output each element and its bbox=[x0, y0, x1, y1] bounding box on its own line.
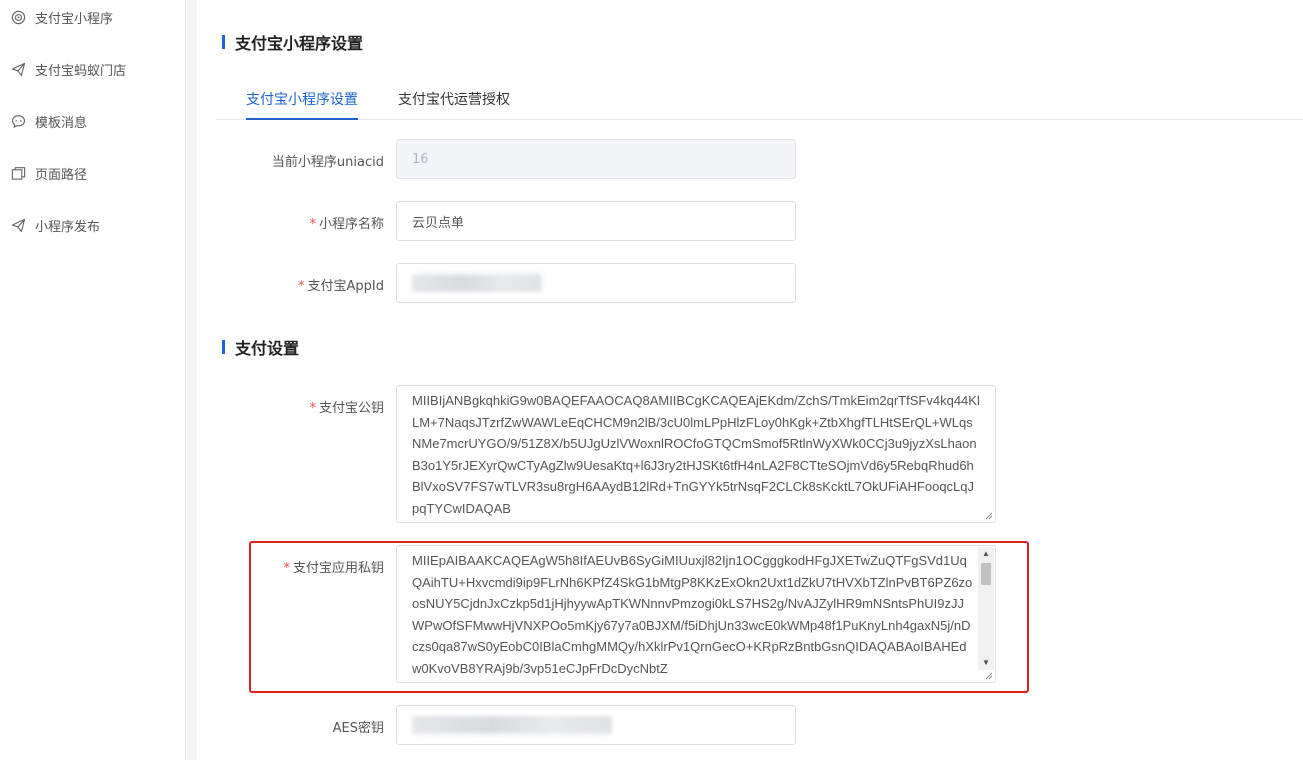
tab-bar: 支付宝小程序设置 支付宝代运营授权 bbox=[216, 80, 1303, 120]
alipay-miniapp-icon bbox=[10, 9, 26, 25]
field-label-text: 支付宝公钥 bbox=[318, 401, 384, 416]
form-row-aes-key: AES密钥 bbox=[197, 705, 1303, 745]
pages-icon bbox=[10, 165, 26, 181]
section-accent-bar bbox=[222, 340, 225, 354]
uniacid-value: 16 bbox=[412, 151, 429, 167]
sidebar-item-label: 页面路径 bbox=[35, 167, 88, 183]
layout-gutter bbox=[187, 0, 197, 760]
sidebar: 支付宝小程序 支付宝蚂蚁门店 模板消息 页面路径 小程序发布 bbox=[0, 0, 186, 760]
field-label-text: 当前小程序uniacid bbox=[271, 155, 384, 170]
field-label-miniapp-name: * 小程序名称 bbox=[204, 213, 384, 232]
field-label-private-key: * 支付宝应用私钥 bbox=[204, 557, 384, 576]
section-title-text: 支付宝小程序设置 bbox=[235, 34, 364, 53]
redacted-value bbox=[412, 716, 612, 734]
sidebar-item-label: 模板消息 bbox=[35, 115, 88, 131]
sidebar-item-label: 支付宝蚂蚁门店 bbox=[35, 63, 127, 79]
scroll-up-icon[interactable]: ▲ bbox=[978, 547, 994, 561]
sidebar-item-alipay-ant-store[interactable]: 支付宝蚂蚁门店 bbox=[10, 57, 126, 81]
required-mark: * bbox=[309, 401, 316, 416]
paper-plane-icon bbox=[10, 217, 26, 233]
miniapp-name-input[interactable]: 云贝点单 bbox=[396, 201, 796, 241]
required-mark: * bbox=[283, 561, 290, 576]
sidebar-item-alipay-miniapp[interactable]: 支付宝小程序 bbox=[10, 5, 113, 29]
sidebar-item-page-path[interactable]: 页面路径 bbox=[10, 161, 87, 185]
miniapp-name-value: 云贝点单 bbox=[412, 215, 465, 231]
section-title-payment-settings: 支付设置 bbox=[222, 335, 299, 359]
section-accent-bar bbox=[222, 35, 225, 49]
scrollbar-thumb[interactable] bbox=[981, 563, 991, 585]
field-label-public-key: * 支付宝公钥 bbox=[204, 397, 384, 416]
sidebar-item-miniapp-publish[interactable]: 小程序发布 bbox=[10, 213, 100, 237]
field-label-text: AES密钥 bbox=[332, 721, 384, 736]
section-title-text: 支付设置 bbox=[235, 339, 300, 358]
field-label-uniacid: 当前小程序uniacid bbox=[204, 151, 384, 170]
tab-miniapp-settings[interactable]: 支付宝小程序设置 bbox=[246, 80, 358, 120]
alipay-private-key-textarea[interactable]: MIIEpAIBAAKCAQEAgW5h8IfAEUvB6SyGiMIUuxjl… bbox=[396, 545, 996, 683]
textarea-scrollbar[interactable]: ▲ ▼ bbox=[978, 547, 994, 670]
scroll-down-icon[interactable]: ▼ bbox=[978, 656, 994, 670]
form-row-alipay-private-key: * 支付宝应用私钥 MIIEpAIBAAKCAQEAgW5h8IfAEUvB6Sy… bbox=[197, 545, 1303, 683]
paper-plane-icon bbox=[10, 61, 26, 77]
required-mark: * bbox=[298, 279, 305, 294]
form-row-uniacid: 当前小程序uniacid 16 bbox=[197, 139, 1303, 179]
field-label-text: 小程序名称 bbox=[318, 217, 384, 232]
sidebar-item-label: 小程序发布 bbox=[35, 219, 101, 235]
sidebar-item-template-message[interactable]: 模板消息 bbox=[10, 109, 87, 133]
required-mark: * bbox=[309, 217, 316, 232]
field-label-text: 支付宝AppId bbox=[307, 279, 384, 294]
field-label-appid: * 支付宝AppId bbox=[204, 275, 384, 294]
field-label-text: 支付宝应用私钥 bbox=[292, 561, 384, 576]
public-key-value: MIIBIjANBgkqhkiG9w0BAQEFAAOCAQ8AMIIBCgKC… bbox=[412, 393, 980, 516]
tab-operation-authorization[interactable]: 支付宝代运营授权 bbox=[398, 80, 510, 120]
field-label-aes: AES密钥 bbox=[204, 717, 384, 736]
form-row-miniapp-name: * 小程序名称 云贝点单 bbox=[197, 201, 1303, 241]
redacted-value bbox=[412, 274, 542, 292]
resize-handle-icon[interactable] bbox=[985, 672, 993, 680]
section-title-miniapp-settings: 支付宝小程序设置 bbox=[222, 30, 363, 54]
aes-key-input[interactable] bbox=[396, 705, 796, 745]
private-key-value: MIIEpAIBAAKCAQEAgW5h8IfAEUvB6SyGiMIUuxjl… bbox=[412, 553, 973, 676]
resize-handle-icon[interactable] bbox=[985, 512, 993, 520]
appid-input[interactable] bbox=[396, 263, 796, 303]
chat-bubble-icon bbox=[10, 113, 26, 129]
alipay-public-key-textarea[interactable]: MIIBIjANBgkqhkiG9w0BAQEFAAOCAQ8AMIIBCgKC… bbox=[396, 385, 996, 523]
sidebar-item-label: 支付宝小程序 bbox=[35, 11, 114, 27]
main-content: 支付宝小程序设置 支付宝小程序设置 支付宝代运营授权 当前小程序uniacid … bbox=[197, 0, 1303, 760]
form-row-alipay-public-key: * 支付宝公钥 MIIBIjANBgkqhkiG9w0BAQEFAAOCAQ8AM… bbox=[197, 385, 1303, 523]
uniacid-input[interactable]: 16 bbox=[396, 139, 796, 179]
form-row-appid: * 支付宝AppId bbox=[197, 263, 1303, 303]
